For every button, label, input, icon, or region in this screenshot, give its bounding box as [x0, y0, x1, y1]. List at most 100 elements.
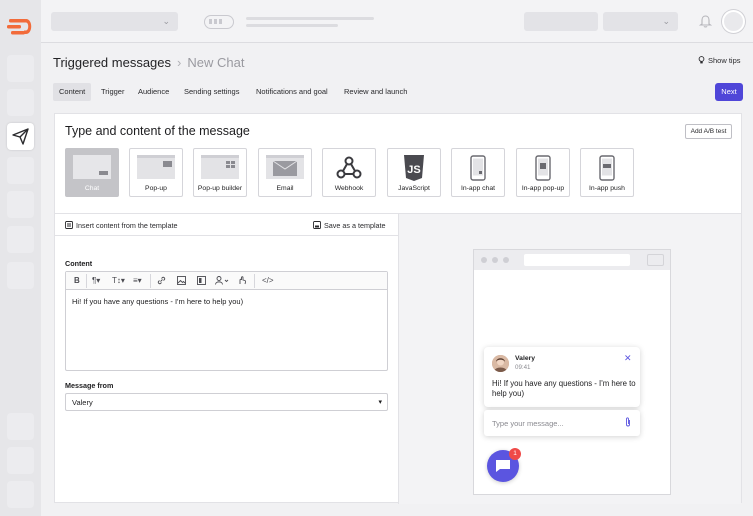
tab-content[interactable]: Content — [53, 83, 92, 101]
type-label: In-app push — [589, 185, 625, 192]
paperclip-icon[interactable] — [625, 417, 631, 429]
topbar-select[interactable]: ⌄ — [603, 12, 678, 31]
type-label: In-app pop-up — [521, 185, 565, 192]
type-label: Pop-up builder — [197, 185, 243, 192]
message-time: 09:41 — [515, 364, 531, 371]
content-panel: Type and content of the message Add A/B … — [54, 113, 742, 504]
email-icon — [266, 155, 304, 179]
popup-builder-icon — [201, 155, 239, 179]
top-bar: ⌄ ⌄ — [41, 0, 753, 43]
content-editor[interactable]: B ¶▾ T↕▾ ≡▾ </> Hi! If you have any ques… — [65, 271, 388, 371]
svg-text:JS: JS — [407, 164, 420, 176]
link-icon[interactable] — [157, 276, 166, 287]
chat-message-card: Valery 09:41 ✕ Hi! If you have any quest… — [484, 347, 640, 407]
add-ab-test-button[interactable]: Add A/B test — [685, 124, 732, 139]
next-button[interactable]: Next — [715, 83, 743, 101]
placeholder-line — [246, 24, 338, 27]
breadcrumb: Triggered messages › New Chat — [53, 55, 244, 73]
type-label: Pop-up — [145, 185, 167, 192]
bold-icon[interactable]: B — [74, 276, 80, 285]
address-bar — [524, 254, 630, 266]
javascript-icon: JS — [404, 155, 424, 181]
type-label: In-app chat — [460, 185, 495, 192]
editor-content[interactable]: Hi! If you have any questions - I'm here… — [72, 297, 243, 306]
text-size-icon[interactable]: T↕▾ — [112, 276, 125, 285]
chevron-right-icon: › — [177, 55, 182, 70]
phone-popup-icon — [535, 155, 551, 181]
message-from-select[interactable]: Valery ▾ — [65, 393, 388, 411]
breadcrumb-current: New Chat — [187, 55, 245, 70]
content-label: Content — [65, 259, 93, 268]
save-template-button[interactable]: Save as a template — [313, 221, 386, 230]
insert-template-button[interactable]: Insert content from the template — [65, 221, 177, 230]
tab-notifications-and-goal[interactable]: Notifications and goal — [250, 83, 334, 101]
show-tips-label: Show tips — [708, 56, 741, 65]
user-variable-icon[interactable] — [215, 276, 229, 287]
type-in-app-popup[interactable]: In-app pop-up — [516, 148, 570, 197]
tab-sending-settings[interactable]: Sending settings — [178, 83, 245, 101]
tab-review-and-launch[interactable]: Review and launch — [338, 83, 413, 101]
sidebar-item[interactable] — [7, 447, 34, 474]
paper-plane-icon — [12, 128, 29, 145]
webhook-icon — [336, 156, 362, 179]
align-icon[interactable]: ≡▾ — [133, 276, 142, 285]
tab-trigger[interactable]: Trigger — [95, 83, 130, 101]
preview-column: Valery 09:41 ✕ Hi! If you have any quest… — [398, 214, 741, 504]
browser-button — [647, 254, 664, 266]
type-in-app-push[interactable]: In-app push — [580, 148, 634, 197]
tab-audience[interactable]: Audience — [132, 83, 175, 101]
agent-avatar — [492, 355, 509, 372]
phone-icon — [470, 155, 486, 181]
sidebar-item[interactable] — [7, 226, 34, 253]
type-webhook[interactable]: Webhook — [322, 148, 376, 197]
emoji-icon[interactable] — [238, 276, 247, 287]
close-icon[interactable]: ✕ — [624, 353, 632, 364]
sidebar-item[interactable] — [7, 191, 34, 218]
sidebar-item[interactable] — [7, 157, 34, 184]
paragraph-icon[interactable]: ¶▾ — [92, 276, 100, 285]
lightbulb-icon — [698, 56, 705, 64]
phone-push-icon — [599, 155, 615, 181]
placeholder-line — [246, 17, 374, 20]
code-icon[interactable]: </> — [262, 276, 274, 285]
sidebar-item[interactable] — [7, 55, 34, 82]
chat-message-text: Hi! If you have any questions - I'm here… — [492, 379, 636, 398]
bell-icon[interactable] — [698, 14, 713, 33]
image-icon[interactable] — [177, 276, 186, 287]
save-icon — [313, 221, 321, 229]
app-logo[interactable] — [7, 16, 34, 40]
chat-layout-icon — [73, 155, 111, 179]
type-email[interactable]: Email — [258, 148, 312, 197]
agent-name: Valery — [515, 355, 536, 362]
show-tips-link[interactable]: Show tips — [698, 56, 741, 65]
section-title: Type and content of the message — [65, 124, 250, 138]
project-select[interactable]: ⌄ — [51, 12, 178, 31]
sidebar-item[interactable] — [7, 89, 34, 116]
sidebar-item-campaigns[interactable] — [7, 123, 34, 150]
type-in-app-chat[interactable]: In-app chat — [451, 148, 505, 197]
type-javascript[interactable]: JS JavaScript — [387, 148, 441, 197]
topbar-button[interactable] — [524, 12, 598, 31]
sidebar-item[interactable] — [7, 413, 34, 440]
block-icon[interactable] — [197, 276, 206, 287]
template-bar: Insert content from the template Save as… — [55, 214, 398, 236]
message-from-value: Valery — [72, 398, 93, 407]
caret-down-icon: ▾ — [378, 399, 382, 406]
status-indicator — [204, 15, 234, 29]
save-template-label: Save as a template — [324, 221, 386, 230]
type-popup[interactable]: Pop-up — [129, 148, 183, 197]
type-label: Webhook — [334, 185, 364, 192]
page-title[interactable]: Triggered messages — [53, 55, 171, 70]
sidebar-item[interactable] — [7, 481, 34, 508]
chat-input-placeholder: Type your message... — [492, 419, 564, 428]
type-popup-builder[interactable]: Pop-up builder — [193, 148, 247, 197]
insert-template-label: Insert content from the template — [76, 221, 178, 230]
type-chat[interactable]: Chat — [65, 148, 119, 197]
editor-toolbar: B ¶▾ T↕▾ ≡▾ </> — [66, 272, 387, 290]
chat-reply-input[interactable]: Type your message... — [484, 410, 640, 436]
message-from-label: Message from — [65, 381, 114, 390]
sidebar-item[interactable] — [7, 262, 34, 289]
editor-split: Insert content from the template Save as… — [55, 213, 741, 504]
browser-toolbar — [474, 250, 670, 270]
avatar[interactable] — [722, 10, 745, 33]
